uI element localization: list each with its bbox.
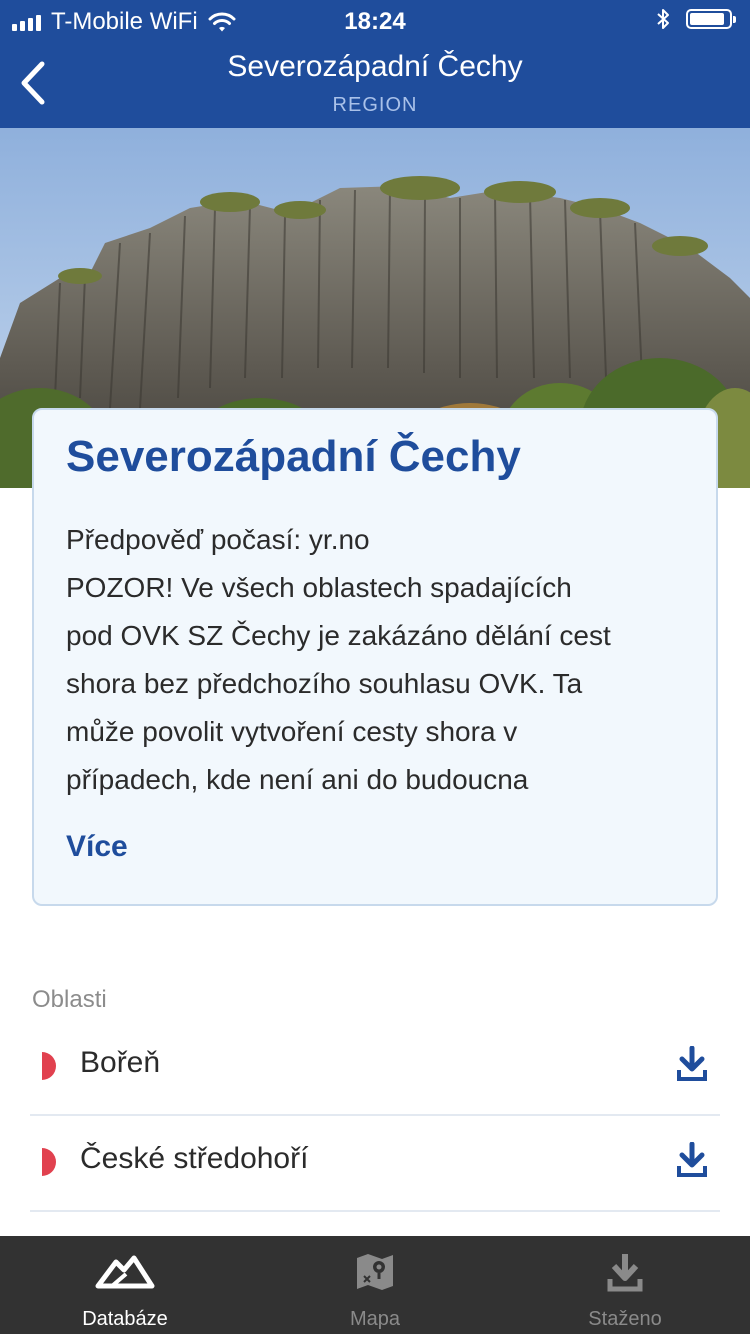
status-right bbox=[656, 8, 736, 30]
description-line: Předpověď počasí: yr.no bbox=[66, 524, 370, 555]
download-icon[interactable] bbox=[676, 1142, 708, 1178]
tab-stazeno[interactable]: Staženo bbox=[500, 1236, 750, 1334]
download-icon[interactable] bbox=[676, 1046, 708, 1082]
description-line: POZOR! Ve všech oblastech spadajících bbox=[66, 572, 572, 603]
download-icon bbox=[607, 1254, 643, 1292]
area-list-item[interactable]: České středohoří bbox=[30, 1114, 720, 1212]
region-description: Předpověď počasí: yr.no POZOR! Ve všech … bbox=[66, 516, 686, 804]
area-list-item[interactable]: Bořeň bbox=[30, 1018, 720, 1116]
description-line: může povolit vytvoření cesty shora v bbox=[66, 716, 518, 747]
area-status-dot-icon bbox=[42, 1052, 56, 1080]
status-bar: T-Mobile WiFi 18:24 bbox=[0, 0, 750, 40]
area-name: Bořeň bbox=[80, 1046, 161, 1079]
tab-mapa[interactable]: Mapa bbox=[250, 1236, 500, 1334]
more-link[interactable]: Více bbox=[66, 830, 128, 864]
region-info-card: Severozápadní Čechy Předpověď počasí: yr… bbox=[32, 408, 718, 906]
region-title: Severozápadní Čechy bbox=[66, 432, 521, 481]
map-pin-icon bbox=[357, 1254, 393, 1290]
bluetooth-icon bbox=[657, 9, 669, 29]
description-line: shora bez předchozího souhlasu OVK. Ta bbox=[66, 668, 583, 699]
page-subtitle: REGION bbox=[332, 94, 418, 116]
tab-label: Staženo bbox=[588, 1308, 662, 1330]
tab-label: Mapa bbox=[349, 1308, 401, 1330]
tab-label: Databáze bbox=[82, 1308, 168, 1330]
tab-databaze[interactable]: Databáze bbox=[0, 1236, 250, 1334]
section-header-areas: Oblasti bbox=[32, 986, 107, 1013]
area-status-dot-icon bbox=[42, 1148, 56, 1176]
tab-bar: Databáze Mapa Staženo bbox=[0, 1236, 750, 1334]
battery-icon bbox=[686, 9, 736, 29]
page-title: Severozápadní Čechy bbox=[227, 50, 523, 83]
navigation-bar: Severozápadní Čechy REGION bbox=[0, 40, 750, 128]
description-line: případech, kde není ani do budoucna bbox=[66, 764, 529, 795]
description-line: pod OVK SZ Čechy je zakázáno dělání cest bbox=[66, 620, 611, 651]
mountain-icon bbox=[95, 1255, 155, 1289]
clock: 18:24 bbox=[344, 8, 406, 35]
area-name: České středohoří bbox=[80, 1142, 309, 1175]
